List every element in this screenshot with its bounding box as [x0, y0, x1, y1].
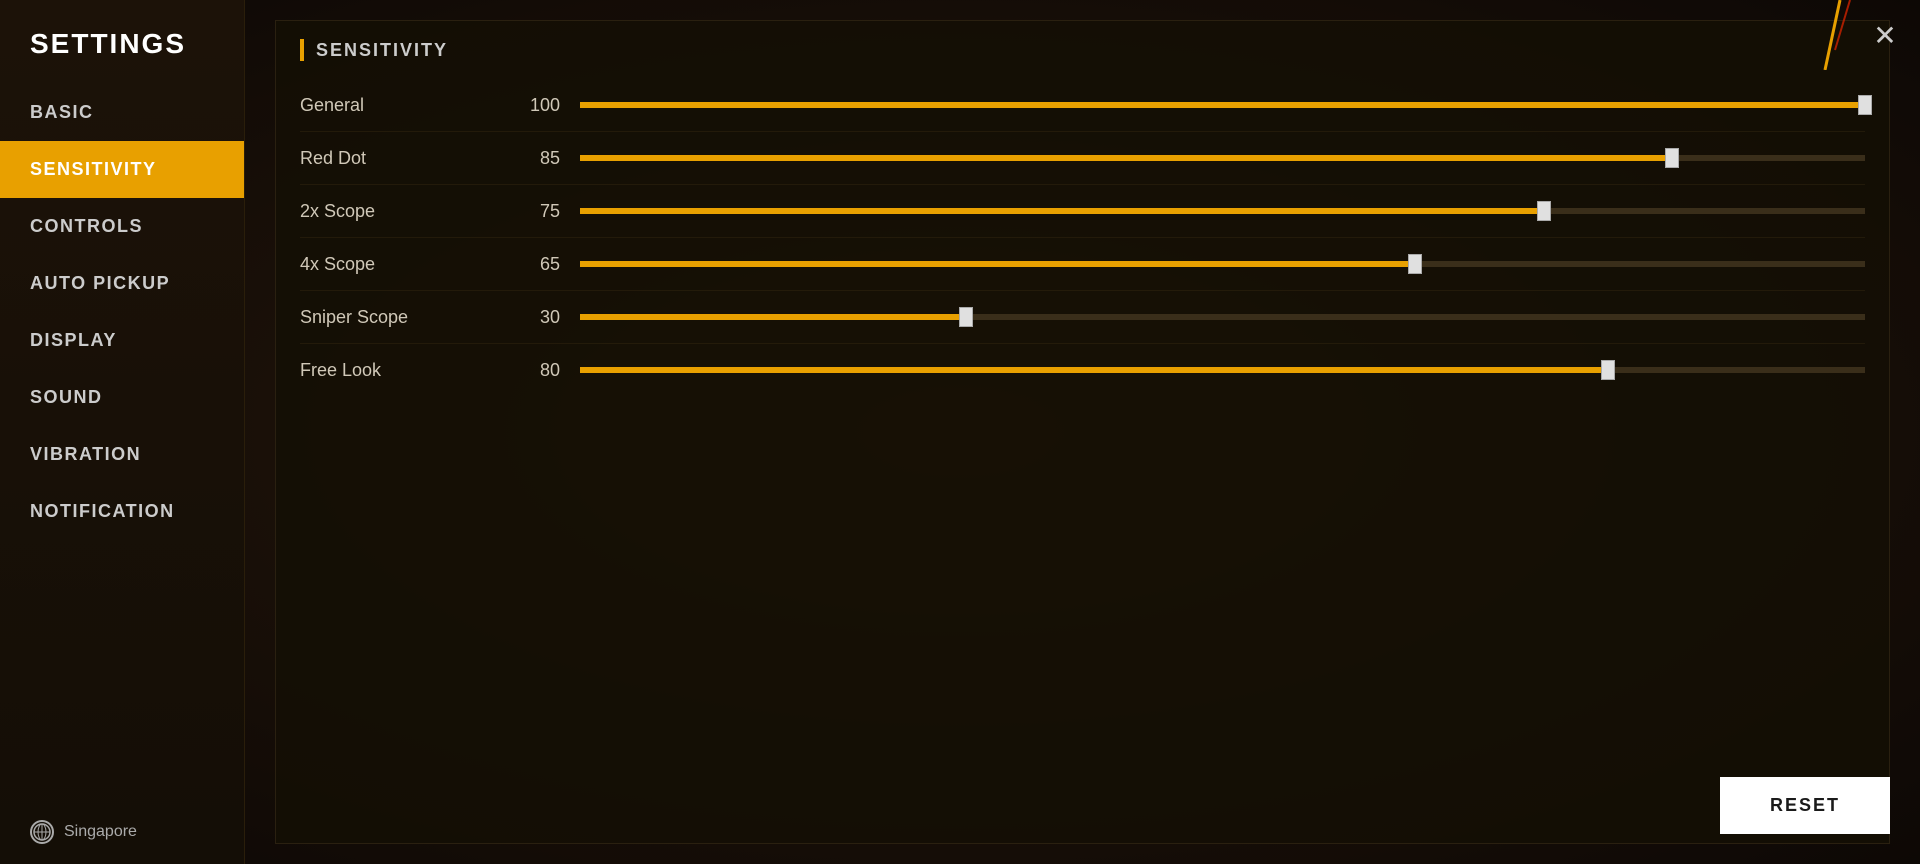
slider-value-5: 80 [500, 360, 560, 381]
sensitivity-row-4: Sniper Scope30 [300, 291, 1865, 344]
sidebar-item-vibration[interactable]: VIBRATION [0, 426, 244, 483]
slider-track-0 [580, 102, 1865, 108]
section-header: SENSITIVITY [276, 21, 1889, 79]
slider-track-1 [580, 155, 1865, 161]
sidebar-item-notification[interactable]: NOTIFICATION [0, 483, 244, 540]
sensitivity-row-5: Free Look80 [300, 344, 1865, 396]
slider-container-2[interactable] [580, 199, 1865, 223]
slider-label-0: General [300, 95, 500, 116]
slider-fill-4 [580, 314, 966, 320]
slider-thumb-4[interactable] [959, 307, 973, 327]
slider-thumb-5[interactable] [1601, 360, 1615, 380]
slider-label-1: Red Dot [300, 148, 500, 169]
section-title: SENSITIVITY [316, 40, 448, 61]
slider-fill-0 [580, 102, 1865, 108]
slider-thumb-2[interactable] [1537, 201, 1551, 221]
slider-value-2: 75 [500, 201, 560, 222]
sensitivity-row-2: 2x Scope75 [300, 185, 1865, 238]
slider-track-5 [580, 367, 1865, 373]
sidebar-footer: Singapore [0, 800, 244, 864]
slider-track-4 [580, 314, 1865, 320]
main-content: ✕ SENSITIVITY General100Red Dot852x Scop… [245, 0, 1920, 864]
settings-title: SETTINGS [0, 0, 244, 84]
close-button[interactable]: ✕ [1860, 10, 1910, 60]
slider-value-0: 100 [500, 95, 560, 116]
slider-container-5[interactable] [580, 358, 1865, 382]
slider-thumb-0[interactable] [1858, 95, 1872, 115]
slider-label-2: 2x Scope [300, 201, 500, 222]
slider-track-2 [580, 208, 1865, 214]
slider-fill-5 [580, 367, 1608, 373]
slider-container-3[interactable] [580, 252, 1865, 276]
corner-decoration [1820, 0, 1860, 70]
slider-value-3: 65 [500, 254, 560, 275]
slider-value-1: 85 [500, 148, 560, 169]
sensitivity-rows: General100Red Dot852x Scope754x Scope65S… [276, 79, 1889, 416]
sidebar-item-auto-pickup[interactable]: AUTO PICKUP [0, 255, 244, 312]
slider-container-4[interactable] [580, 305, 1865, 329]
slider-label-5: Free Look [300, 360, 500, 381]
sensitivity-row-1: Red Dot85 [300, 132, 1865, 185]
slider-container-1[interactable] [580, 146, 1865, 170]
sidebar-item-display[interactable]: DISPLAY [0, 312, 244, 369]
sensitivity-row-0: General100 [300, 79, 1865, 132]
sensitivity-panel: SENSITIVITY General100Red Dot852x Scope7… [275, 20, 1890, 844]
slider-label-4: Sniper Scope [300, 307, 500, 328]
slider-fill-3 [580, 261, 1415, 267]
slider-thumb-1[interactable] [1665, 148, 1679, 168]
reset-button[interactable]: RESET [1720, 777, 1890, 834]
slider-container-0[interactable] [580, 93, 1865, 117]
slider-label-3: 4x Scope [300, 254, 500, 275]
section-header-bar [300, 39, 304, 61]
region-label: Singapore [64, 823, 137, 841]
sidebar-item-sound[interactable]: SOUND [0, 369, 244, 426]
sidebar-item-basic[interactable]: BASIC [0, 84, 244, 141]
slider-fill-1 [580, 155, 1672, 161]
slider-fill-2 [580, 208, 1544, 214]
sidebar: SETTINGS BASICSENSITIVITYCONTROLSAUTO PI… [0, 0, 245, 864]
globe-icon [30, 820, 54, 844]
sidebar-item-controls[interactable]: CONTROLS [0, 198, 244, 255]
slider-value-4: 30 [500, 307, 560, 328]
slider-thumb-3[interactable] [1408, 254, 1422, 274]
sidebar-nav: BASICSENSITIVITYCONTROLSAUTO PICKUPDISPL… [0, 84, 244, 800]
sidebar-item-sensitivity[interactable]: SENSITIVITY [0, 141, 244, 198]
sensitivity-row-3: 4x Scope65 [300, 238, 1865, 291]
slider-track-3 [580, 261, 1865, 267]
